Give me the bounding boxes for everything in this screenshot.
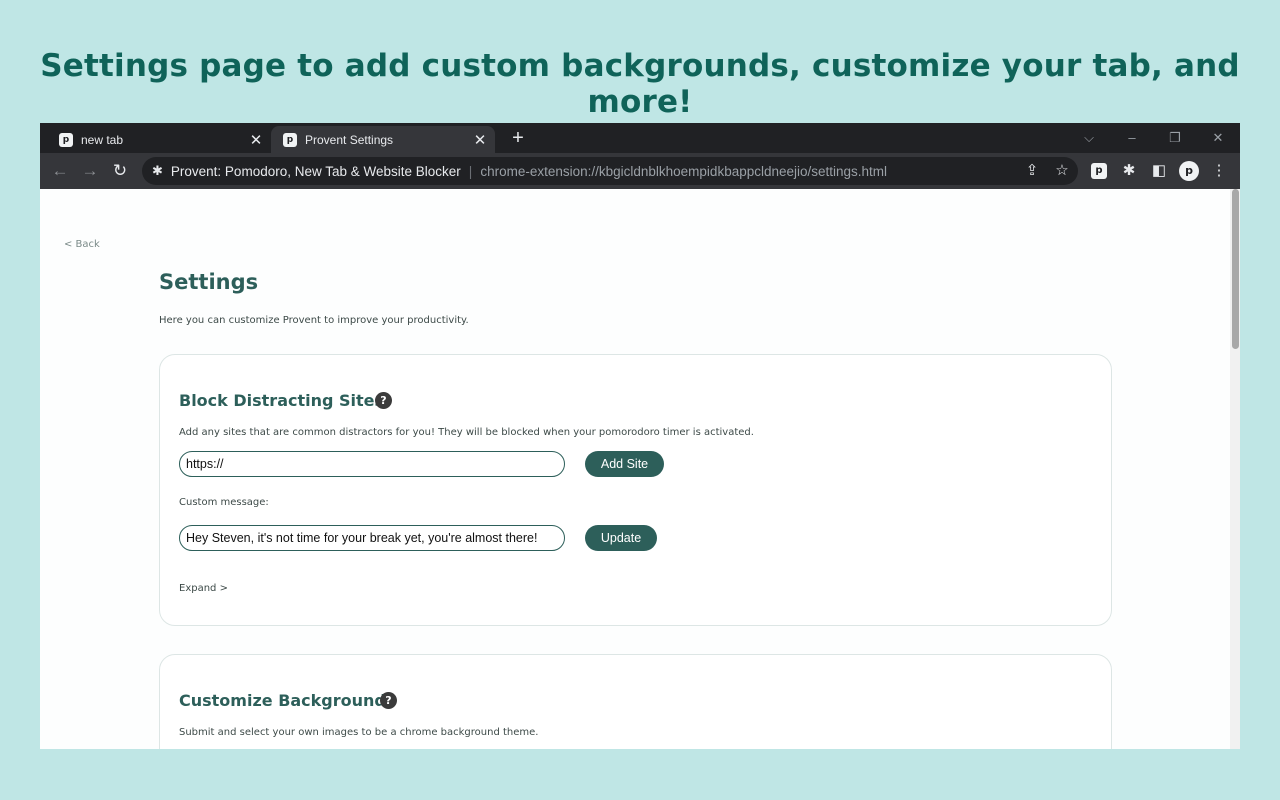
scrollbar-thumb[interactable] bbox=[1232, 189, 1239, 349]
custom-message-label: Custom message: bbox=[179, 497, 269, 508]
puzzle-icon: ✱ bbox=[152, 163, 163, 178]
customize-background-title: Customize Background bbox=[179, 691, 386, 710]
address-bar[interactable]: ✱ Provent: Pomodoro, New Tab & Website B… bbox=[142, 157, 1078, 185]
share-icon[interactable]: ⇪ bbox=[1020, 157, 1044, 185]
update-button[interactable]: Update bbox=[585, 525, 657, 551]
tab-title: Provent Settings bbox=[305, 132, 394, 147]
url-text: chrome-extension://kbgicldnblkhoempidkba… bbox=[480, 163, 888, 179]
page-subtitle: Here you can customize Provent to improv… bbox=[159, 315, 469, 326]
bookmark-star-icon[interactable]: ☆ bbox=[1050, 157, 1074, 185]
help-icon[interactable]: ? bbox=[375, 392, 392, 409]
site-name: Provent: Pomodoro, New Tab & Website Blo… bbox=[170, 163, 461, 179]
new-tab-button[interactable]: + bbox=[506, 126, 530, 150]
tab-provent-settings[interactable]: p Provent Settings ✕ bbox=[271, 126, 495, 153]
page-title: Settings bbox=[159, 270, 259, 294]
profile-avatar[interactable]: p bbox=[1179, 161, 1199, 181]
tab-search-icon[interactable]: ⌵ bbox=[1077, 127, 1101, 149]
scrollbar[interactable] bbox=[1230, 189, 1240, 749]
restore-icon[interactable]: ❐ bbox=[1163, 127, 1187, 149]
minimize-icon[interactable]: – bbox=[1120, 127, 1144, 149]
back-link[interactable]: < Back bbox=[64, 239, 100, 250]
close-tab-icon[interactable]: ✕ bbox=[469, 131, 491, 149]
provent-favicon-icon: p bbox=[59, 132, 73, 147]
browser-window: p new tab ✕ p Provent Settings ✕ + ⌵ – ❐… bbox=[40, 123, 1240, 749]
forward-arrow-icon[interactable]: → bbox=[78, 159, 102, 183]
provent-extension-icon[interactable]: p bbox=[1091, 163, 1107, 179]
extensions-puzzle-icon[interactable]: ✱ bbox=[1119, 161, 1139, 181]
tab-title: new tab bbox=[81, 132, 124, 147]
close-tab-icon[interactable]: ✕ bbox=[245, 131, 267, 149]
expand-link[interactable]: Expand > bbox=[179, 583, 228, 594]
side-panel-icon[interactable]: ◧ bbox=[1149, 161, 1169, 181]
tab-new-tab[interactable]: p new tab ✕ bbox=[47, 126, 271, 153]
custom-message-input[interactable] bbox=[179, 525, 565, 551]
back-arrow-icon[interactable]: ← bbox=[48, 159, 72, 183]
menu-kebab-icon[interactable]: ⋮ bbox=[1209, 161, 1229, 181]
block-sites-card: Block Distracting Sites ? Add any sites … bbox=[159, 354, 1112, 626]
reload-icon[interactable]: ↻ bbox=[108, 159, 132, 183]
provent-favicon-icon: p bbox=[283, 132, 297, 147]
omnibox-separator: | bbox=[468, 163, 473, 179]
browser-toolbar: ← → ↻ ✱ Provent: Pomodoro, New Tab & Web… bbox=[40, 153, 1240, 189]
settings-page: < Back Settings Here you can customize P… bbox=[40, 189, 1240, 749]
add-site-button[interactable]: Add Site bbox=[585, 451, 664, 477]
customize-background-card: Customize Background ? Submit and select… bbox=[159, 654, 1112, 749]
tab-strip: p new tab ✕ p Provent Settings ✕ + ⌵ – ❐… bbox=[40, 123, 1240, 153]
site-url-input[interactable] bbox=[179, 451, 565, 477]
close-window-icon[interactable]: ✕ bbox=[1206, 127, 1230, 149]
block-sites-description: Add any sites that are common distractor… bbox=[179, 427, 754, 438]
help-icon[interactable]: ? bbox=[380, 692, 397, 709]
block-sites-title: Block Distracting Sites bbox=[179, 391, 385, 410]
headline: Settings page to add custom backgrounds,… bbox=[40, 48, 1240, 120]
customize-background-description: Submit and select your own images to be … bbox=[179, 727, 539, 738]
